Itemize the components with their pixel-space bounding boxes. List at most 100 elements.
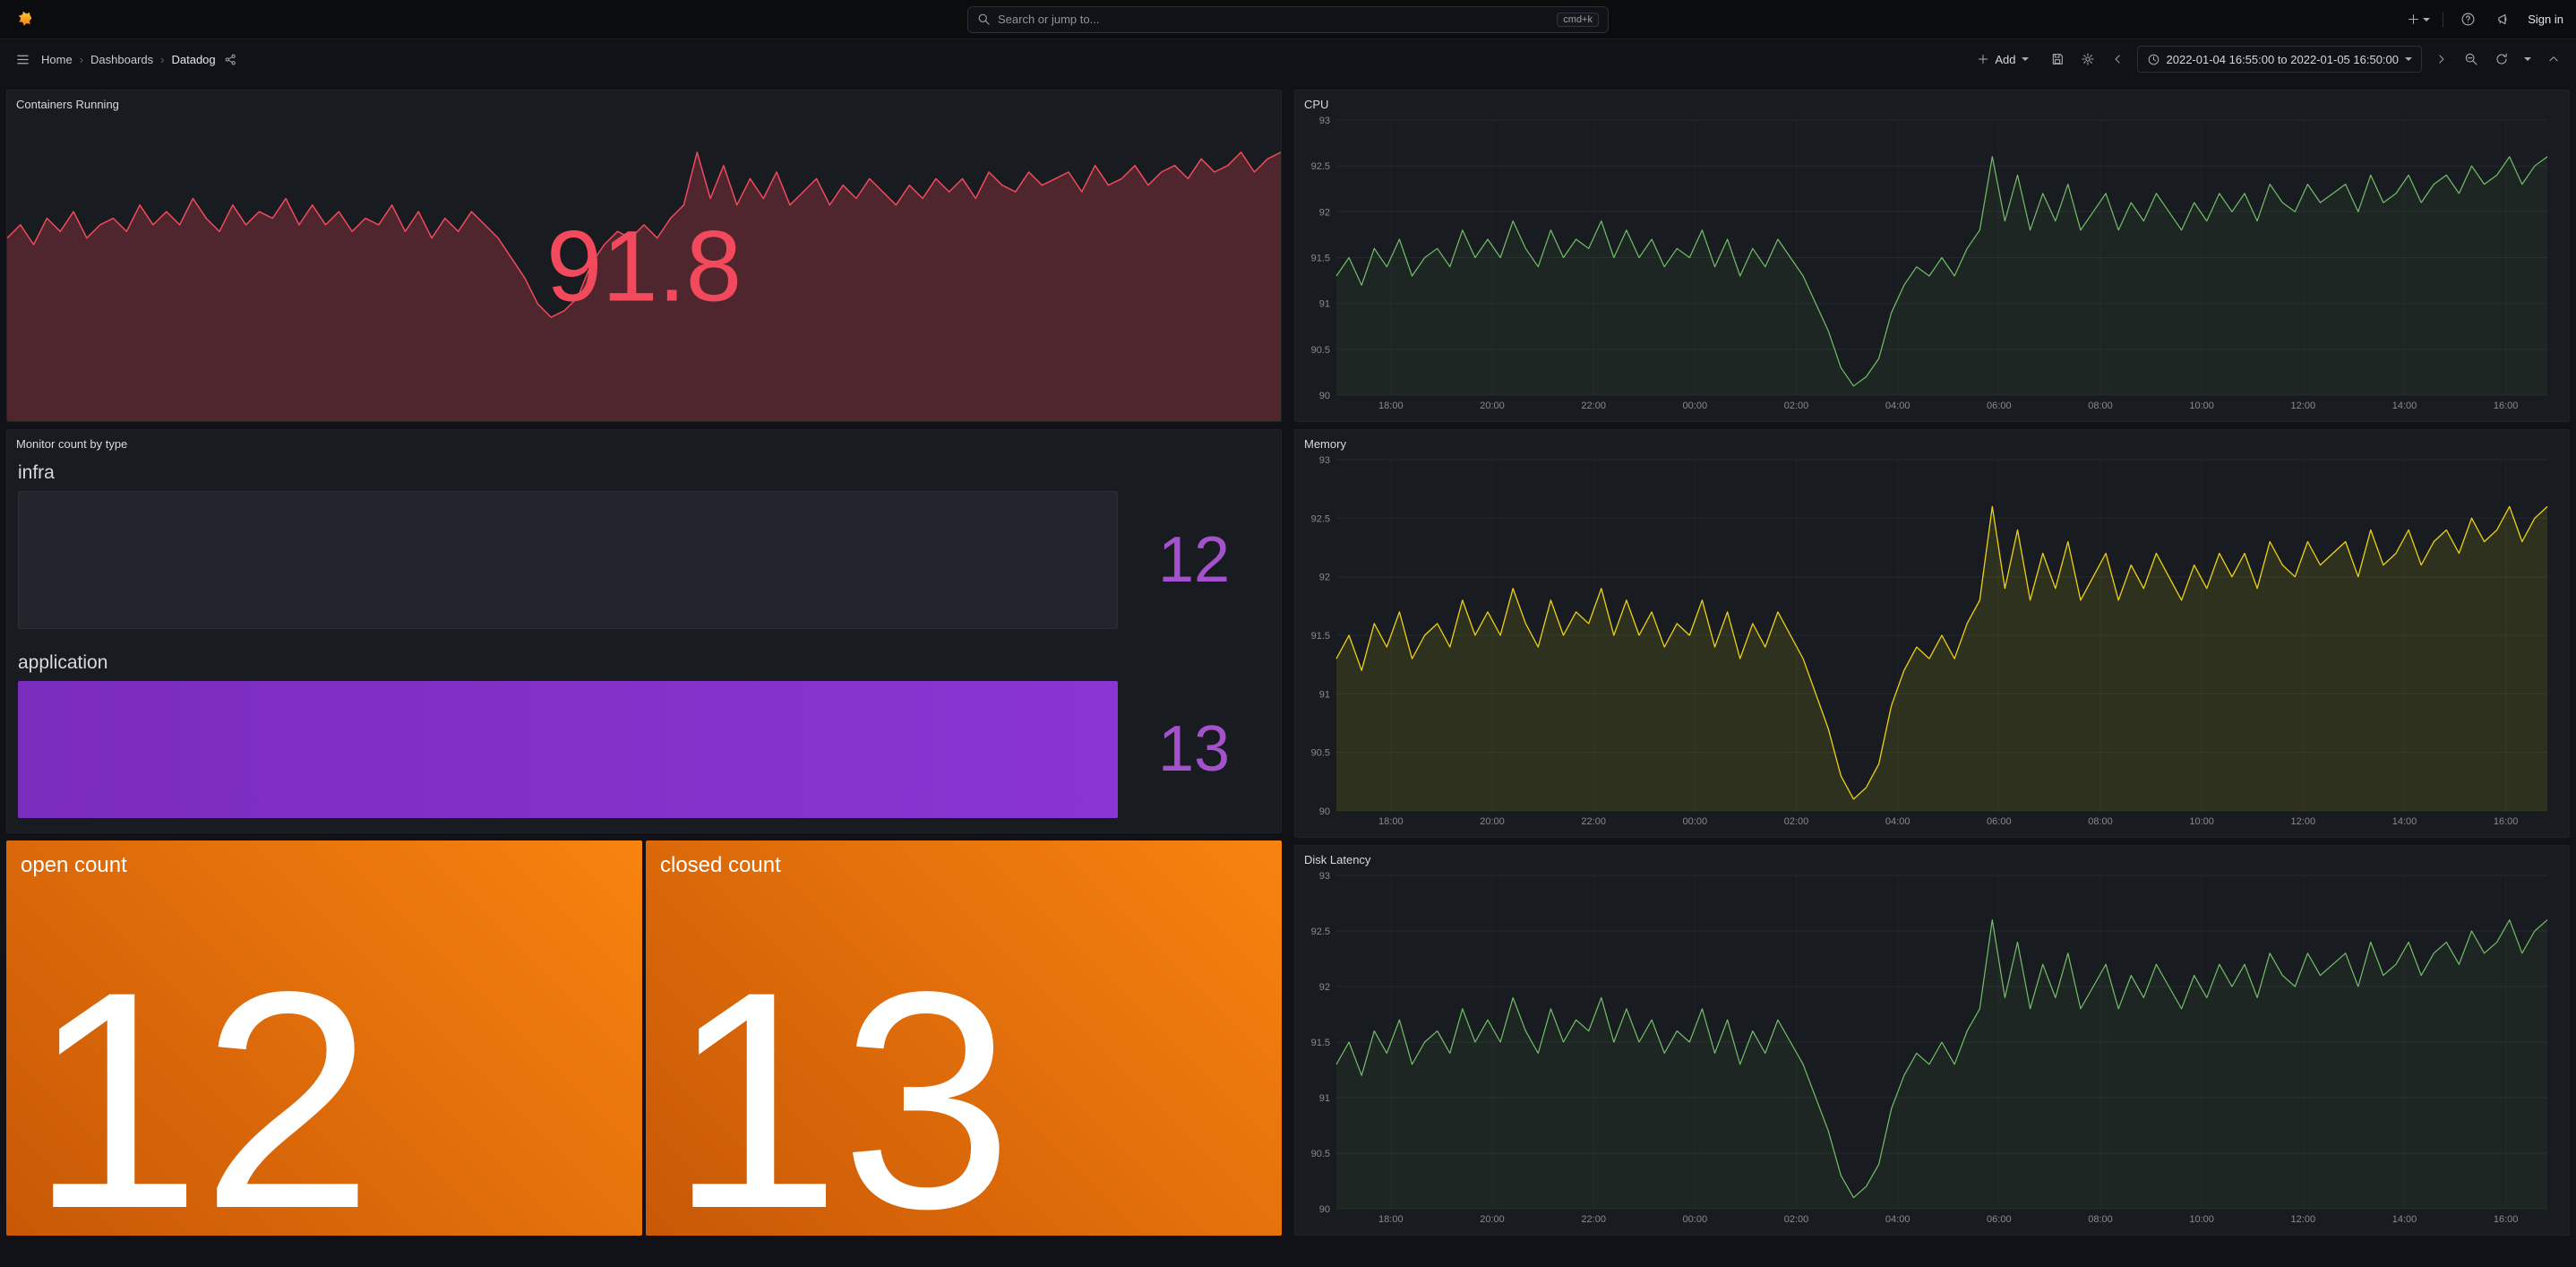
legend-column-min[interactable]: min xyxy=(2381,422,2422,423)
bar-gauge-bar[interactable] xyxy=(18,491,1118,629)
new-item-button[interactable] xyxy=(2407,8,2430,31)
disk-latency-chart[interactable]: 9392.59291.59190.59018:0020:0022:0000:00… xyxy=(1304,868,2560,1231)
panel-closed-count: closed count 13 xyxy=(646,840,1282,1236)
legend-column-avg[interactable]: avg xyxy=(2463,838,2504,839)
search-input[interactable]: Search or jump to... cmd+k xyxy=(967,6,1609,33)
bar-gauge-value: 12 xyxy=(1118,491,1270,629)
stat-title: open count xyxy=(6,840,642,878)
timeseries-svg: 9392.59291.59190.59018:0020:0022:0000:00… xyxy=(1304,868,2560,1227)
svg-text:02:00: 02:00 xyxy=(1784,816,1809,827)
chevron-down-icon xyxy=(2022,57,2029,61)
panel-title[interactable]: Containers Running xyxy=(7,90,1281,114)
legend-header: minmaxavgcurrent xyxy=(1306,1233,2558,1236)
legend-header: minmaxavgcurrent xyxy=(1306,419,2558,422)
bar-gauge-label: application xyxy=(18,652,1270,674)
shortcut-badge: cmd+k xyxy=(1557,13,1599,27)
breadcrumb-item-datadog[interactable]: Datadog xyxy=(171,53,215,66)
svg-text:91: 91 xyxy=(1319,299,1330,310)
panel-title[interactable]: CPU xyxy=(1304,90,2560,113)
svg-text:14:00: 14:00 xyxy=(2392,1214,2417,1225)
refresh-icon[interactable] xyxy=(2490,47,2513,71)
refresh-interval-dropdown[interactable] xyxy=(2520,47,2535,71)
svg-text:14:00: 14:00 xyxy=(2392,816,2417,827)
bar-gauge: infra 12 application 13 xyxy=(7,453,1281,832)
legend-column-current[interactable]: current xyxy=(2504,838,2558,839)
memory-chart[interactable]: 9392.59291.59190.59018:0020:0022:0000:00… xyxy=(1304,452,2560,833)
cpu-legend: minmaxavgcurrentsystem.cpu.idle(*)90.492… xyxy=(1304,418,2560,422)
bar-gauge-value: 13 xyxy=(1118,681,1270,819)
menu-icon[interactable] xyxy=(11,47,34,71)
svg-text:04:00: 04:00 xyxy=(1885,401,1911,411)
time-shift-back-icon[interactable] xyxy=(2107,47,2130,71)
svg-text:12:00: 12:00 xyxy=(2291,816,2316,827)
cpu-chart[interactable]: 9392.59291.59190.59018:0020:0022:0000:00… xyxy=(1304,113,2560,418)
share-icon[interactable] xyxy=(219,47,243,71)
time-shift-forward-icon[interactable] xyxy=(2429,47,2452,71)
stat-title: closed count xyxy=(646,840,1282,878)
top-navigation-bar: Search or jump to... cmd+k Sign in xyxy=(0,0,2576,39)
svg-text:10:00: 10:00 xyxy=(2189,1214,2214,1225)
svg-text:92: 92 xyxy=(1319,207,1330,218)
svg-text:18:00: 18:00 xyxy=(1378,1214,1404,1225)
svg-text:06:00: 06:00 xyxy=(1987,1214,2012,1225)
svg-text:08:00: 08:00 xyxy=(2088,1214,2113,1225)
zoom-out-icon[interactable] xyxy=(2460,47,2483,71)
svg-text:16:00: 16:00 xyxy=(2494,401,2519,411)
news-icon[interactable] xyxy=(2492,8,2515,31)
timeseries-svg: 9392.59291.59190.59018:0020:0022:0000:00… xyxy=(1304,452,2560,829)
svg-text:12:00: 12:00 xyxy=(2291,1214,2316,1225)
svg-text:00:00: 00:00 xyxy=(1683,1214,1708,1225)
legend-column-avg[interactable]: avg xyxy=(2463,1236,2504,1237)
help-icon[interactable] xyxy=(2456,8,2479,31)
bar-gauge-bar[interactable] xyxy=(18,681,1118,819)
legend-header: minmaxavgcurrent xyxy=(1306,835,2558,838)
svg-text:91.5: 91.5 xyxy=(1311,1038,1330,1048)
panel-title[interactable]: Disk Latency xyxy=(1304,846,2560,868)
breadcrumb-item-dashboards[interactable]: Dashboards xyxy=(90,53,153,66)
legend-column-min[interactable]: min xyxy=(2381,1236,2422,1237)
bar-gauge-row: application 13 xyxy=(18,649,1270,819)
svg-text:02:00: 02:00 xyxy=(1784,401,1809,411)
time-range-label: 2022-01-04 16:55:00 to 2022-01-05 16:50:… xyxy=(2167,53,2400,66)
svg-text:20:00: 20:00 xyxy=(1480,401,1505,411)
svg-text:00:00: 00:00 xyxy=(1683,401,1708,411)
svg-text:18:00: 18:00 xyxy=(1378,401,1404,411)
svg-text:06:00: 06:00 xyxy=(1987,816,2012,827)
legend-column-min[interactable]: min xyxy=(2381,838,2422,839)
grafana-logo[interactable] xyxy=(13,8,36,31)
legend-column-current[interactable]: current xyxy=(2504,1236,2558,1237)
legend-column-max[interactable]: max xyxy=(2422,1236,2463,1237)
svg-text:93: 93 xyxy=(1319,116,1330,126)
svg-text:90.5: 90.5 xyxy=(1311,748,1330,759)
svg-text:91: 91 xyxy=(1319,689,1330,700)
svg-text:92.5: 92.5 xyxy=(1311,513,1330,524)
panel-open-count: open count 12 xyxy=(6,840,642,1236)
svg-text:92: 92 xyxy=(1319,982,1330,993)
chevron-down-icon xyxy=(2423,18,2430,22)
collapse-toolbar-icon[interactable] xyxy=(2542,47,2565,71)
save-dashboard-icon[interactable] xyxy=(2046,47,2069,71)
panel-title[interactable]: Monitor count by type xyxy=(7,430,1281,453)
add-panel-button[interactable]: Add xyxy=(1967,46,2038,73)
legend-column-avg[interactable]: avg xyxy=(2463,422,2504,423)
bar-gauge-label: infra xyxy=(18,462,1270,484)
legend-column-current[interactable]: current xyxy=(2504,422,2558,423)
svg-text:08:00: 08:00 xyxy=(2088,401,2113,411)
panel-title[interactable]: Memory xyxy=(1304,430,2560,452)
sign-in-button[interactable]: Sign in xyxy=(2528,13,2563,26)
panel-memory: Memory 9392.59291.59190.59018:0020:0022:… xyxy=(1294,429,2570,838)
svg-text:91.5: 91.5 xyxy=(1311,254,1330,264)
svg-text:92.5: 92.5 xyxy=(1311,927,1330,937)
svg-text:14:00: 14:00 xyxy=(2392,401,2417,411)
svg-text:20:00: 20:00 xyxy=(1480,1214,1505,1225)
svg-text:16:00: 16:00 xyxy=(2494,816,2519,827)
svg-text:10:00: 10:00 xyxy=(2189,401,2214,411)
breadcrumb-item-home[interactable]: Home xyxy=(41,53,73,66)
legend-column-max[interactable]: max xyxy=(2422,422,2463,423)
timeseries-svg: 9392.59291.59190.59018:0020:0022:0000:00… xyxy=(1304,113,2560,413)
legend-column-max[interactable]: max xyxy=(2422,838,2463,839)
chevron-down-icon xyxy=(2524,57,2531,61)
dashboard-settings-icon[interactable] xyxy=(2076,47,2099,71)
svg-text:91.5: 91.5 xyxy=(1311,631,1330,642)
time-range-picker[interactable]: 2022-01-04 16:55:00 to 2022-01-05 16:50:… xyxy=(2137,46,2423,73)
